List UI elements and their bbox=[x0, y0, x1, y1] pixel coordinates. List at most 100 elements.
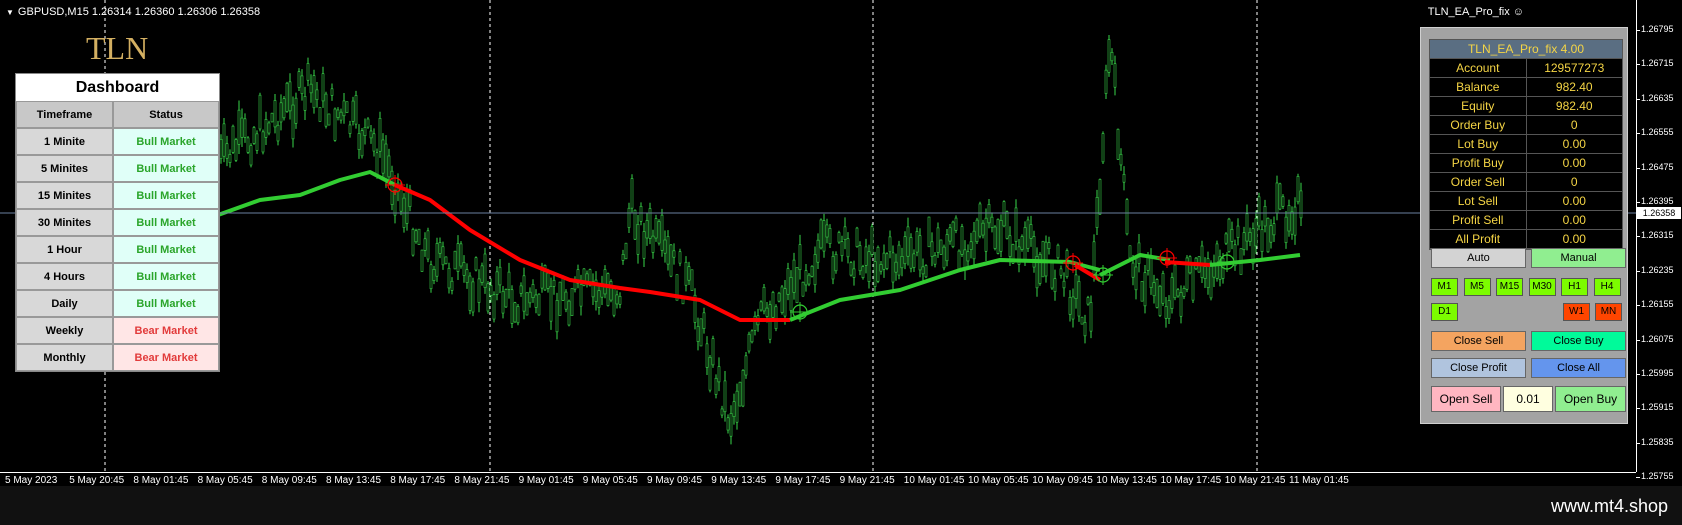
tf-button-d1[interactable]: D1 bbox=[1431, 303, 1458, 321]
candle-body bbox=[1116, 128, 1120, 160]
candle-body bbox=[978, 203, 982, 237]
candle-body bbox=[1050, 262, 1054, 289]
candle-body bbox=[354, 95, 358, 125]
candle-body bbox=[1287, 205, 1291, 232]
candle-body bbox=[387, 155, 391, 178]
status-header: Status bbox=[113, 101, 219, 128]
candle-body bbox=[618, 295, 622, 305]
candle-body bbox=[624, 242, 628, 260]
candle-body bbox=[813, 254, 817, 286]
candle-body bbox=[705, 343, 709, 368]
auto-button[interactable]: Auto bbox=[1431, 248, 1526, 268]
symbol-info[interactable]: ▼ GBPUSD,M15 1.26314 1.26360 1.26306 1.26… bbox=[6, 6, 260, 18]
ea-info-value: 0.00 bbox=[1562, 194, 1586, 208]
dashboard-row: Weekly Bear Market bbox=[16, 317, 219, 344]
open-sell-button[interactable]: Open Sell bbox=[1431, 386, 1501, 412]
candle-body bbox=[711, 338, 715, 366]
candle-body bbox=[663, 239, 667, 254]
tf-button-m1[interactable]: M1 bbox=[1431, 278, 1458, 296]
candle-body bbox=[1131, 262, 1135, 278]
candle-body bbox=[795, 267, 799, 304]
ea-info-label: All Profit bbox=[1430, 230, 1527, 248]
candle-body bbox=[1005, 211, 1009, 239]
candle-body bbox=[612, 288, 616, 316]
ea-info-value: 129577273 bbox=[1544, 61, 1605, 75]
dashboard-row: 5 Minites Bull Market bbox=[16, 155, 219, 182]
time-tick-label: 8 May 05:45 bbox=[197, 475, 253, 486]
candle-body bbox=[1101, 133, 1105, 163]
tf-button-h4[interactable]: H4 bbox=[1593, 278, 1621, 296]
candle-body bbox=[564, 291, 568, 310]
candle-body bbox=[1104, 69, 1108, 94]
timeframe-cell: 15 Minites bbox=[16, 182, 113, 209]
tf-button-m15[interactable]: M15 bbox=[1496, 278, 1523, 296]
candle-body bbox=[690, 269, 694, 291]
candle-body bbox=[480, 265, 484, 283]
tf-button-m30[interactable]: M30 bbox=[1528, 278, 1556, 296]
ea-info-row: Lot Buy 0.00 bbox=[1430, 135, 1622, 154]
time-axis[interactable]: 5 May 2023 5 May 20:45 8 May 01:45 8 May 05… bbox=[0, 472, 1636, 487]
timeframe-cell: Weekly bbox=[16, 317, 113, 344]
candle-body bbox=[522, 275, 526, 312]
open-buy-button[interactable]: Open Buy bbox=[1555, 386, 1626, 412]
candle-body bbox=[987, 204, 991, 224]
price-chart[interactable]: ▼ GBPUSD,M15 1.26314 1.26360 1.26306 1.26… bbox=[0, 0, 1636, 472]
candle-body bbox=[687, 266, 691, 281]
candle-body bbox=[1209, 262, 1213, 299]
tf-button-h1[interactable]: H1 bbox=[1561, 278, 1588, 296]
timeframe-cell: 1 Minite bbox=[16, 128, 113, 155]
candle-body bbox=[966, 251, 970, 262]
candle-body bbox=[498, 266, 502, 286]
candle-body bbox=[525, 292, 529, 316]
close-sell-button[interactable]: Close Sell bbox=[1431, 331, 1526, 351]
candle-body bbox=[240, 117, 244, 138]
tf-button-m5[interactable]: M5 bbox=[1463, 278, 1491, 296]
candle-body bbox=[462, 262, 466, 276]
candle-body bbox=[315, 89, 319, 100]
ea-info-value: 0.00 bbox=[1562, 156, 1586, 170]
candle-body bbox=[504, 289, 508, 308]
close-profit-button[interactable]: Close Profit bbox=[1431, 358, 1526, 378]
candle-body bbox=[1119, 153, 1123, 166]
price-tick-mark bbox=[1636, 236, 1640, 238]
smiley-icon[interactable]: ☺ bbox=[1513, 6, 1524, 18]
tf-button-mn[interactable]: MN bbox=[1595, 303, 1622, 321]
timeframe-cell: Monthly bbox=[16, 344, 113, 371]
tf-button-w1[interactable]: W1 bbox=[1563, 303, 1590, 321]
close-buy-button[interactable]: Close Buy bbox=[1531, 331, 1626, 351]
candle-body bbox=[849, 262, 853, 276]
candle-body bbox=[777, 292, 781, 302]
candle-body bbox=[738, 381, 742, 407]
candle-body bbox=[336, 109, 340, 118]
candle-body bbox=[927, 216, 931, 248]
candle-body bbox=[1089, 302, 1093, 332]
price-axis[interactable]: 1.26795 1.26715 1.26635 1.26555 1.26475 1.263… bbox=[1636, 0, 1682, 481]
candle-body bbox=[369, 130, 373, 139]
candle-body bbox=[501, 290, 505, 314]
candle-body bbox=[1248, 232, 1252, 242]
candle-body bbox=[264, 119, 268, 138]
candle-body bbox=[327, 113, 331, 126]
ea-info-value: 0.00 bbox=[1562, 232, 1586, 246]
candle-body bbox=[669, 244, 673, 277]
candle-body bbox=[852, 268, 856, 278]
candle-body bbox=[1038, 254, 1042, 284]
candle-body bbox=[882, 252, 886, 270]
lot-size-input[interactable]: 0.01 bbox=[1503, 386, 1553, 412]
candle-body bbox=[255, 133, 259, 151]
candle-body bbox=[1008, 235, 1012, 257]
close-all-button[interactable]: Close All bbox=[1531, 358, 1626, 378]
candle-body bbox=[516, 306, 520, 324]
collapse-triangle-icon[interactable]: ▼ bbox=[6, 8, 14, 17]
candle-body bbox=[243, 118, 247, 138]
manual-button[interactable]: Manual bbox=[1531, 248, 1626, 268]
price-tick-label: 1.25915 bbox=[1641, 402, 1674, 413]
candle-body bbox=[531, 284, 535, 298]
candle-body bbox=[444, 256, 448, 265]
time-tick-label: 8 May 09:45 bbox=[261, 475, 317, 486]
candle-body bbox=[999, 220, 1003, 252]
candle-body bbox=[468, 275, 472, 311]
candle-body bbox=[555, 300, 559, 333]
candle-body bbox=[273, 100, 277, 128]
candle-body bbox=[279, 102, 283, 123]
